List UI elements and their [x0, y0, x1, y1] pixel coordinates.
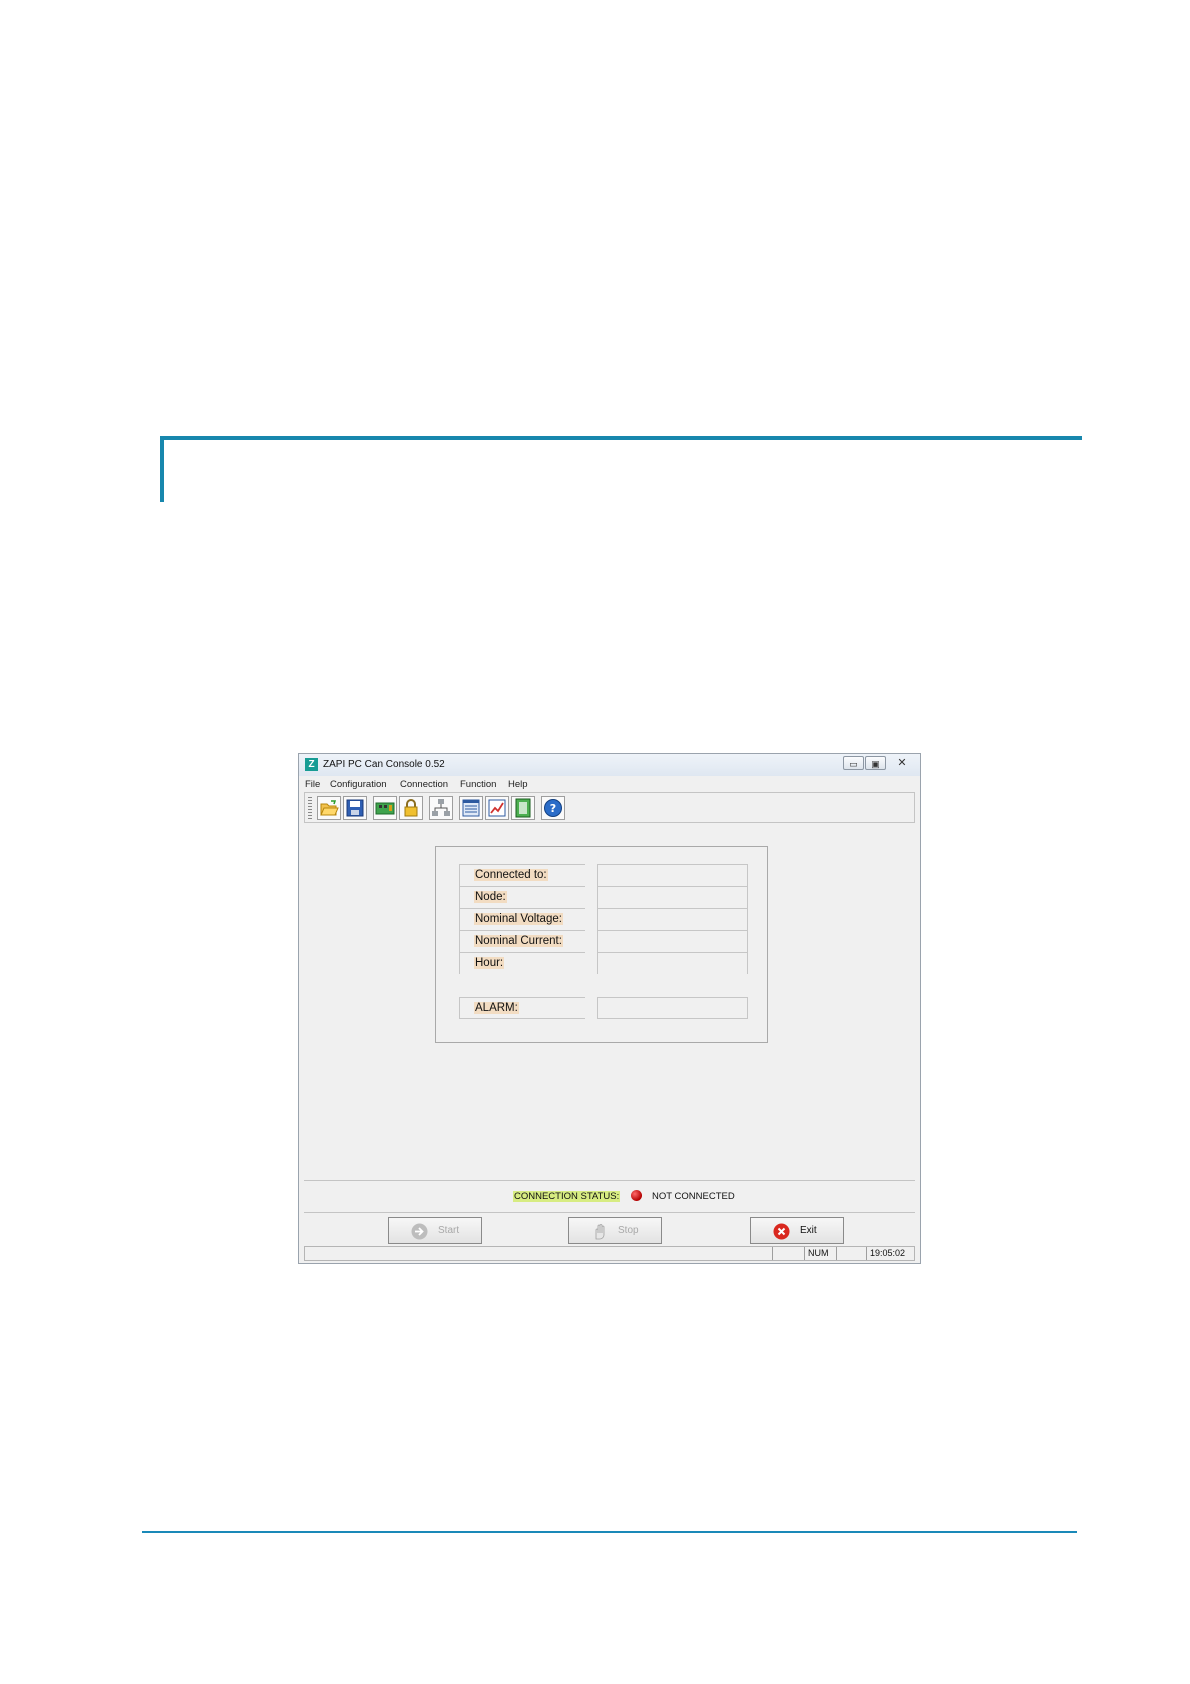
chart-icon[interactable] — [485, 796, 509, 820]
menu-connection[interactable]: Connection — [400, 779, 448, 790]
stop-button[interactable]: Stop — [568, 1217, 662, 1244]
connected-to-value — [597, 864, 748, 886]
help-icon[interactable]: ? — [541, 796, 565, 820]
nominal-current-label-cell: Nominal Current: — [459, 930, 585, 952]
nominal-current-value — [597, 930, 748, 952]
stop-button-label: Stop — [618, 1225, 639, 1236]
connected-to-label-cell: Connected to: — [459, 864, 585, 886]
title-bar[interactable]: Z ZAPI PC Can Console 0.52 ▭ ▣ ✕ — [299, 754, 920, 776]
exit-button[interactable]: Exit — [750, 1217, 844, 1244]
maximize-button[interactable]: ▣ — [865, 756, 886, 770]
alarm-value — [597, 997, 748, 1019]
status-bar-empty-cell — [772, 1247, 804, 1260]
controller-board-icon[interactable] — [373, 796, 397, 820]
menu-function[interactable]: Function — [460, 779, 496, 790]
hour-label: Hour: — [474, 957, 505, 969]
minimize-button[interactable]: ▭ — [843, 756, 864, 770]
app-logo-icon: Z — [305, 758, 318, 771]
toolbar-grip[interactable] — [308, 797, 312, 819]
nominal-voltage-label-cell: Nominal Voltage: — [459, 908, 585, 930]
status-bar-blank — [836, 1247, 866, 1260]
nominal-current-label: Nominal Current: — [474, 935, 563, 947]
network-icon[interactable] — [429, 796, 453, 820]
menu-bar: File Configuration Connection Function H… — [305, 777, 915, 792]
nominal-voltage-value — [597, 908, 748, 930]
menu-file[interactable]: File — [305, 779, 320, 790]
start-button[interactable]: Start — [388, 1217, 482, 1244]
start-button-label: Start — [438, 1225, 460, 1236]
open-folder-icon[interactable] — [317, 796, 341, 820]
exit-button-label: Exit — [800, 1225, 817, 1236]
section-header-frame — [160, 436, 1082, 502]
node-value — [597, 886, 748, 908]
toolbar: ? — [304, 792, 915, 823]
list-view-icon[interactable] — [459, 796, 483, 820]
lock-icon[interactable] — [399, 796, 423, 820]
status-bar: NUM 19:05:02 — [304, 1246, 915, 1261]
connection-status-label: CONNECTION STATUS: — [513, 1191, 621, 1202]
save-disk-icon[interactable] — [343, 796, 367, 820]
connection-status-value: NOT CONNECTED — [652, 1191, 735, 1202]
alarm-label-cell: ALARM: — [459, 997, 585, 1019]
exit-x-icon — [773, 1223, 790, 1240]
svg-text:?: ? — [550, 802, 556, 815]
app-window: Z ZAPI PC Can Console 0.52 ▭ ▣ ✕ File Co… — [298, 753, 921, 1264]
hour-label-cell: Hour: — [459, 952, 585, 974]
hour-value — [597, 952, 748, 974]
connected-to-label: Connected to: — [474, 869, 548, 881]
nominal-voltage-label: Nominal Voltage: — [474, 913, 563, 925]
notebook-icon[interactable] — [511, 796, 535, 820]
status-clock: 19:05:02 — [866, 1247, 914, 1260]
connection-indicator-icon — [631, 1190, 642, 1201]
menu-help[interactable]: Help — [508, 779, 528, 790]
node-label: Node: — [474, 891, 507, 903]
connection-status-area: CONNECTION STATUS: NOT CONNECTED — [304, 1180, 915, 1213]
menu-configuration[interactable]: Configuration — [330, 779, 387, 790]
hand-stop-icon — [595, 1224, 605, 1240]
alarm-label: ALARM: — [474, 1002, 519, 1014]
close-button[interactable]: ✕ — [887, 756, 917, 770]
device-info-panel: Connected to: Node: Nominal Voltage: Nom… — [435, 846, 768, 1043]
node-label-cell: Node: — [459, 886, 585, 908]
window-title: ZAPI PC Can Console 0.52 — [323, 759, 445, 770]
num-lock-indicator: NUM — [804, 1247, 836, 1260]
start-arrow-icon — [411, 1223, 428, 1240]
footer-rule — [142, 1531, 1077, 1533]
